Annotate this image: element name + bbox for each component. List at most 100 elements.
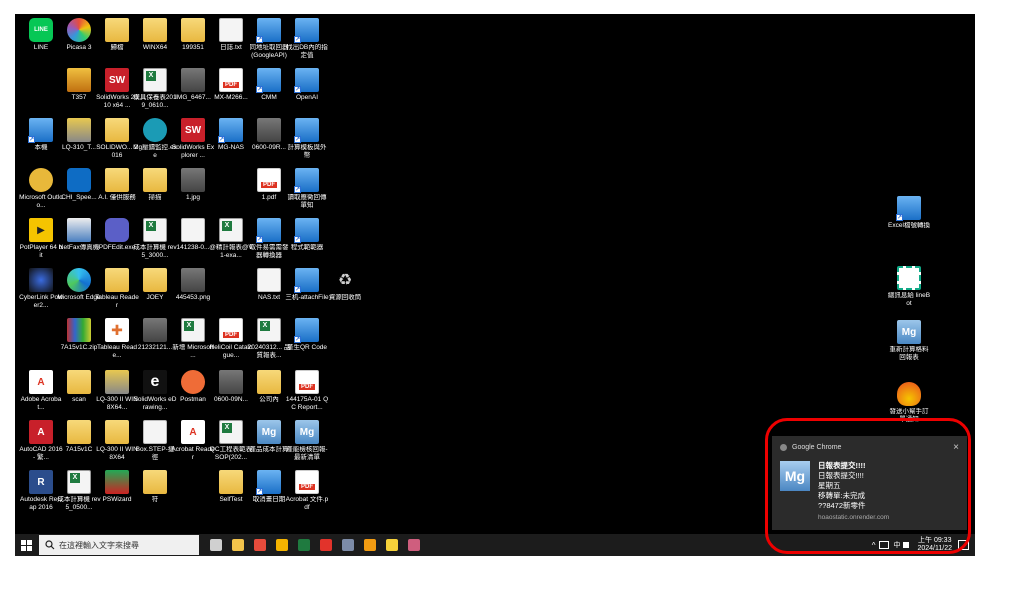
desktop-icon-56[interactable]: e SolidWorks eDrawing... xyxy=(134,370,176,411)
desktop-icon-62[interactable]: 7A15v1C xyxy=(60,420,98,454)
desktop-icon-37[interactable]: ↗ 程式範範器 xyxy=(288,218,326,252)
desktop-icon-50[interactable]: PDF HeliCoil Catalogue... xyxy=(210,318,253,359)
desktop-icon-41[interactable]: JOEY xyxy=(136,268,174,302)
desktop-icon-32[interactable]: PDFEdit.exe xyxy=(98,218,136,252)
desktop-icon-17[interactable]: SOLIDWO... 2016 xyxy=(96,118,138,159)
desktop-icon-25[interactable]: A.I. 僅供服務 xyxy=(98,168,136,202)
desktop-icon-8[interactable]: T357 xyxy=(60,68,98,102)
desktop-icon-61[interactable]: A AutoCAD 2016 - 繁... xyxy=(19,420,63,461)
desktop-icon-10[interactable]: X 模具保養表2019_0610... xyxy=(133,68,177,109)
desktop-icon-59[interactable]: 公司內 xyxy=(250,370,288,404)
desktop-icon-33[interactable]: X 成本計算機 rev5_3000... xyxy=(133,218,177,259)
desktop-icon-1[interactable]: Picasa 3 xyxy=(60,18,98,52)
desktop-icon-49[interactable]: X 新增 Microsoft ... xyxy=(172,318,214,359)
taskbar-excel[interactable] xyxy=(293,534,315,556)
desktop-right-icon-2[interactable]: Mg 重新計算格料回報表 xyxy=(890,320,929,361)
desktop-icon-65[interactable]: A Acrobat Reader xyxy=(171,420,215,461)
desktop-icon-53[interactable]: A Adobe Acrobat... xyxy=(21,370,61,411)
desktop-icon-69[interactable]: R Autodesk ReCap 2016 xyxy=(20,470,62,511)
tray-chevron-icon[interactable]: ^ xyxy=(872,541,876,550)
taskbar-sublime[interactable] xyxy=(359,534,381,556)
desktop-icon-13[interactable]: ↗ CMM xyxy=(250,68,288,102)
desktop-icon-48[interactable]: 21232121... xyxy=(136,318,174,352)
desktop-icon-43[interactable]: NAS.txt xyxy=(250,268,288,302)
desktop-icon-11[interactable]: IMG_6467... xyxy=(174,68,212,102)
desktop-icon-72[interactable]: 符 xyxy=(136,470,174,504)
notification-toast[interactable]: Google Chrome × Mg 日報表提交!!!! 日報表提交!!!! 星… xyxy=(772,436,967,530)
desktop-icon-9[interactable]: SW SolidWorks 2010 x64 ... xyxy=(96,68,138,109)
desktop-icon-71[interactable]: PSWizard xyxy=(98,470,136,504)
desktop-icon-3[interactable]: WINX64 xyxy=(136,18,174,52)
taskbar-drop-app[interactable] xyxy=(315,534,337,556)
desktop-icon-52[interactable]: ↗ 產生QR Code xyxy=(287,318,327,352)
desktop-icon-42[interactable]: 445453.png xyxy=(174,268,212,302)
desktop-icon-5[interactable]: 日誌.txt xyxy=(212,18,250,52)
desktop-icon-45[interactable]: ♻ 資源回收筒 xyxy=(326,268,364,302)
taskbar-file-explorer[interactable] xyxy=(227,534,249,556)
desktop-icon-58[interactable]: 0600-09N... xyxy=(212,370,250,404)
ime-indicator[interactable]: 中 xyxy=(893,540,900,550)
desktop-icon-12[interactable]: PDF MX-M266... xyxy=(212,68,250,102)
desktop-icon-60[interactable]: PDF 144175A-01 QC Report... xyxy=(286,370,328,411)
desktop-icon-28[interactable]: PDF 1.pdf xyxy=(250,168,288,202)
desktop-icon-38[interactable]: CyberLink Power2... xyxy=(19,268,63,309)
taskbar-sticky-notes[interactable] xyxy=(381,534,403,556)
desktop-icon-67[interactable]: Mg 產品成本計算 xyxy=(250,420,289,454)
desktop-icon-64[interactable]: Box.STEP-捷徑 xyxy=(136,420,174,461)
desktop-icon-19[interactable]: SW SolidWorks Explorer ... xyxy=(172,118,214,159)
notification-center-icon[interactable] xyxy=(958,540,969,550)
desktop-icon-15[interactable]: ↗ 本機 xyxy=(22,118,60,152)
clock[interactable]: 上午 09:33 2024/11/22 xyxy=(917,537,952,553)
taskbar-paint-app[interactable] xyxy=(337,534,359,556)
desktop-icon-23[interactable]: Microsoft Outloo... xyxy=(19,168,63,209)
desktop-icon-73[interactable]: SelfTest xyxy=(212,470,250,504)
desktop-icon-51[interactable]: X 20240312... 品質報表... xyxy=(248,318,290,359)
desktop-icon-63[interactable]: LQ-300 II WIN8X64 xyxy=(96,420,138,461)
desktop-icon-36[interactable]: ↗ 取件易需需發器轉換器 xyxy=(250,218,289,259)
desktop-icon-54[interactable]: scan xyxy=(60,370,98,404)
desktop-icon-22[interactable]: ↗ 計算模板與外幣 xyxy=(288,118,327,159)
desktop-right-icon-0[interactable]: ↗ Excel檔號轉換 xyxy=(888,196,930,230)
desktop-icon-4[interactable]: 199351 xyxy=(174,18,212,52)
desktop-icon-34[interactable]: 141238-0... xyxy=(174,218,212,252)
volume-icon[interactable] xyxy=(903,542,910,548)
desktop-icon-24[interactable]: CHI_Spee... xyxy=(60,168,98,202)
start-button[interactable] xyxy=(15,534,37,556)
desktop-right-icon-3[interactable]: 發送小幫手訂單通知 xyxy=(890,382,929,423)
desktop-icon-21[interactable]: 0600-09R... xyxy=(250,118,288,152)
desktop-icon-57[interactable]: Postman xyxy=(174,370,212,404)
desktop-icon-66[interactable]: X QC工程表範表SOP(202... xyxy=(210,420,252,461)
taskbar-color-app[interactable] xyxy=(403,534,425,556)
desktop-icon-44[interactable]: ↗ 三机-attachFile xyxy=(285,268,329,302)
desktop-icon-16[interactable]: LQ-310_T... xyxy=(60,118,98,152)
desktop-icon-6[interactable]: ↗ 同地址取回器(GoogleAPI) xyxy=(250,18,289,59)
desktop-icon-35[interactable]: X @精計報表@V1-exa... xyxy=(209,218,253,259)
desktop-icon-47[interactable]: ✚ Tableau Reade... xyxy=(97,318,137,359)
network-icon[interactable] xyxy=(879,541,890,549)
desktop-icon-40[interactable]: Tableau Reader xyxy=(95,268,139,309)
desktop-icon-55[interactable]: LQ-300 II WIN8X64... xyxy=(96,370,138,411)
desktop-icon-74[interactable]: ↗ 取消畫日期 xyxy=(250,470,288,504)
desktop-icon-20[interactable]: ↗ MG-NAS xyxy=(212,118,250,152)
desktop-icon-18[interactable]: Mg壓鑄監控.exe xyxy=(133,118,177,159)
desktop-icon-70[interactable]: X 成本計算機 rev5_0500... xyxy=(57,470,101,511)
search-box[interactable]: 在這裡輸入文字來搜尋 xyxy=(39,535,199,555)
desktop-right-icon-1[interactable]: 總訊息給 lineBot xyxy=(888,266,930,307)
taskbar-task-view[interactable] xyxy=(205,534,227,556)
desktop-icon-75[interactable]: PDF Acrobat 文件.pdf xyxy=(286,470,328,511)
toast-close-button[interactable]: × xyxy=(953,443,959,453)
desktop-icon-0[interactable]: LINE LINE xyxy=(22,18,60,52)
taskbar-chrome[interactable] xyxy=(249,534,271,556)
desktop-icon-2[interactable]: 歸檔 xyxy=(98,18,136,52)
desktop-icon-14[interactable]: ↗ OpenAI xyxy=(288,68,326,102)
desktop-icon-30[interactable]: ▶ PotPlayer 64 bit xyxy=(20,218,62,259)
taskbar-app-yellow[interactable] xyxy=(271,534,293,556)
desktop-icon-7[interactable]: ↗ 找出DB內的指定值 xyxy=(286,18,328,59)
desktop-icon-46[interactable]: 7A15v1C.zip xyxy=(60,318,98,352)
desktop-icon-31[interactable]: NetFax傳真機 xyxy=(59,218,99,252)
desktop-icon-68[interactable]: Mg 產能檢核回報-最新清單 xyxy=(286,420,328,461)
desktop-icon-27[interactable]: 1.jpg xyxy=(174,168,212,202)
desktop-icon-29[interactable]: ↗ 讀取應徵回傳單知 xyxy=(288,168,327,209)
desktop-icon-26[interactable]: 掃描 xyxy=(136,168,174,202)
desktop-icon-39[interactable]: Microsoft Edge xyxy=(57,268,101,302)
